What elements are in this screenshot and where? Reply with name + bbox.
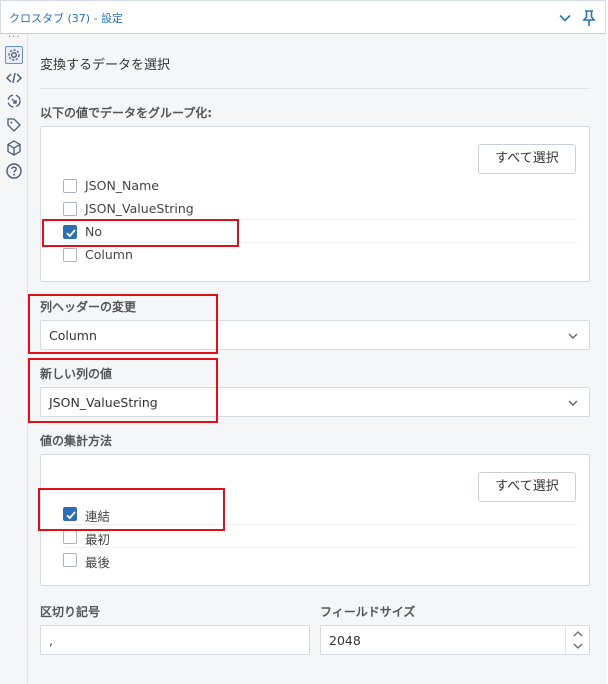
more-dots-icon[interactable]: ··· (8, 32, 21, 43)
stepper-controls (565, 626, 589, 654)
divider (63, 547, 577, 548)
list-item-last[interactable]: 最後 (41, 549, 577, 571)
group-by-label: 以下の値でデータをグループ化: (40, 106, 213, 120)
delimiter-label: 区切り記号 (40, 605, 101, 619)
highlight-box (28, 358, 218, 423)
checkbox[interactable] (63, 179, 77, 193)
code-icon[interactable] (5, 69, 23, 87)
aggregation-label: 値の集計方法 (40, 434, 113, 448)
highlight-box (38, 488, 225, 531)
chevron-up-icon[interactable] (572, 629, 584, 638)
checkbox[interactable] (63, 553, 77, 567)
chevron-down-icon[interactable] (572, 642, 584, 651)
gear-icon[interactable] (5, 46, 23, 64)
workflow-icon[interactable] (5, 92, 23, 110)
list-item-column[interactable]: Column (41, 244, 577, 266)
input-value: 2048 (329, 633, 361, 648)
delimiter-input[interactable]: , (40, 625, 310, 655)
chevron-down-icon (568, 333, 578, 339)
tag-icon[interactable] (5, 116, 23, 134)
list-item-label: 最初 (85, 532, 111, 547)
field-size-stepper[interactable]: 2048 (320, 625, 590, 655)
icon-sidebar: ··· (0, 32, 28, 684)
highlight-box (28, 294, 218, 354)
list-item-label: Column (85, 247, 133, 262)
checkbox[interactable] (63, 248, 77, 262)
list-item-json-name[interactable]: JSON_Name (41, 175, 577, 197)
list-item-json-valuestring[interactable]: JSON_ValueString (41, 198, 577, 220)
checkbox[interactable] (63, 530, 77, 544)
field-size-label: フィールドサイズ (320, 605, 416, 619)
section-heading: 変換するデータを選択 (40, 58, 171, 73)
group-by-list: すべて選択 JSON_Name JSON_ValueString No Colu… (40, 126, 590, 282)
select-all-button[interactable]: すべて選択 (478, 472, 576, 502)
window-title: クロスタブ (37) - 設定 (9, 12, 124, 25)
list-item-label: 最後 (85, 555, 111, 570)
help-icon[interactable] (5, 162, 23, 180)
list-item-label: JSON_Name (85, 178, 159, 193)
chevron-down-icon (568, 400, 578, 406)
divider (40, 88, 590, 89)
pin-icon[interactable] (581, 9, 597, 27)
checkbox[interactable] (63, 202, 77, 216)
highlight-box (42, 219, 239, 247)
cube-icon[interactable] (5, 139, 23, 157)
window-titlebar: クロスタブ (37) - 設定 (0, 0, 606, 34)
list-item-label: JSON_ValueString (85, 201, 194, 216)
chevron-down-icon[interactable] (558, 11, 572, 25)
select-all-button[interactable]: すべて選択 (478, 144, 576, 174)
input-value: , (49, 633, 53, 648)
